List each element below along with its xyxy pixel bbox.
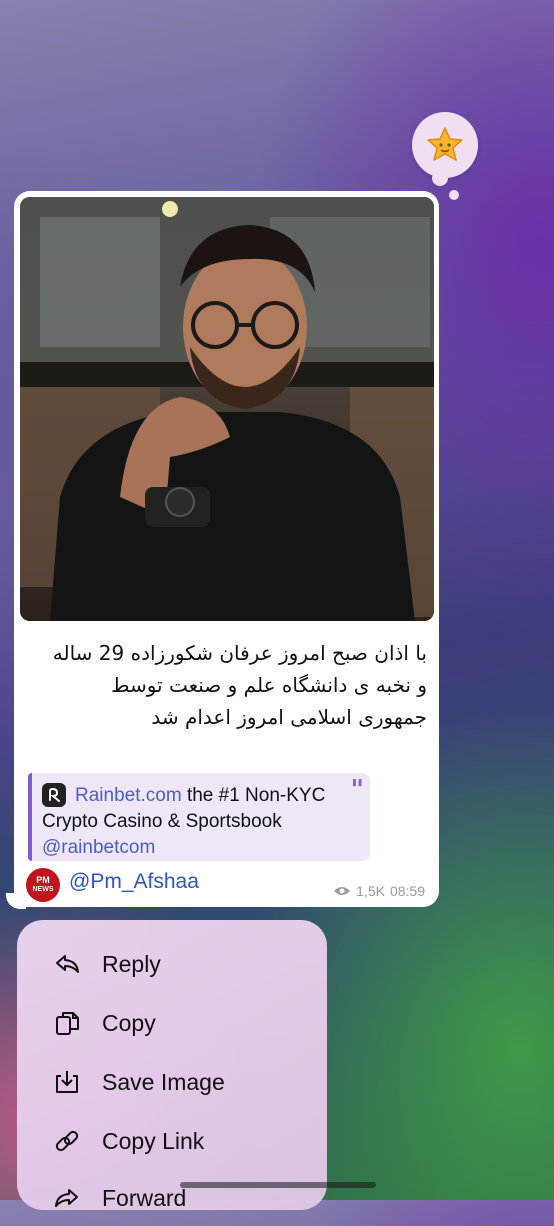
message-text-line: و نخبه ی دانشگاه علم و صنعت توسط [110,673,427,697]
menu-item-forward[interactable]: Forward [17,1170,327,1226]
channel-avatar[interactable]: PM NEWS [26,868,60,902]
view-count: 1,5K [356,883,385,899]
ad-mention-link[interactable]: @rainbetcom [42,837,155,859]
message-meta: 1,5K 08:59 [333,883,425,899]
star-emoji-icon [427,127,463,161]
views-eye-icon [334,887,351,895]
avatar-text: NEWS [32,886,54,893]
menu-item-label: Copy Link [102,1127,205,1154]
menu-item-label: Reply [102,950,161,977]
message-text-line: جمهوری اسلامی امروز اعدام شد [151,705,427,729]
menu-item-label: Save Image [102,1068,225,1095]
ad-line-1: Rainbet.com the #1 Non-KYC [75,785,325,807]
quote-icon: " [350,775,364,805]
message-photo[interactable] [20,197,434,621]
reaction-bubble-dot [449,190,459,200]
reaction-bubble-dot [432,170,448,186]
message-time: 08:59 [389,883,425,899]
message-text: با اذان صبح امروز عرفان شکورزاده 29 ساله… [22,637,427,733]
menu-item-copy[interactable]: Copy [17,995,327,1051]
channel-handle-link[interactable]: @Pm_Afshaa [69,870,199,894]
rainbet-logo-icon [42,783,66,807]
forward-icon [55,1189,78,1207]
menu-item-label: Copy [102,1009,156,1036]
message-bubble[interactable]: با اذان صبح امروز عرفان شکورزاده 29 ساله… [14,191,439,907]
menu-item-reply[interactable]: Reply [17,936,327,992]
home-indicator [180,1182,376,1188]
menu-item-save-image[interactable]: Save Image [17,1054,327,1110]
menu-item-copy-link[interactable]: Copy Link [17,1113,327,1169]
ad-link[interactable]: Rainbet.com [75,785,182,806]
reaction-bubble[interactable] [412,112,478,178]
message-text-line: با اذان صبح امروز عرفان شکورزاده 29 ساله [52,641,427,665]
copy-icon [56,1012,79,1035]
avatar-text: PM [36,875,50,885]
sponsored-ad-block[interactable]: " Rainbet.com the #1 Non-KYC Crypto Casi… [28,773,370,861]
reply-icon [56,955,79,973]
link-icon [55,1130,79,1152]
ad-line-2: Crypto Casino & Sportsbook [42,811,282,832]
save-image-icon [56,1071,78,1093]
ad-line-1-rest: the #1 Non-KYC [181,785,326,806]
context-menu: Reply Copy Save Image Copy Link Forward [17,920,327,1211]
menu-item-label: Forward [102,1184,187,1211]
